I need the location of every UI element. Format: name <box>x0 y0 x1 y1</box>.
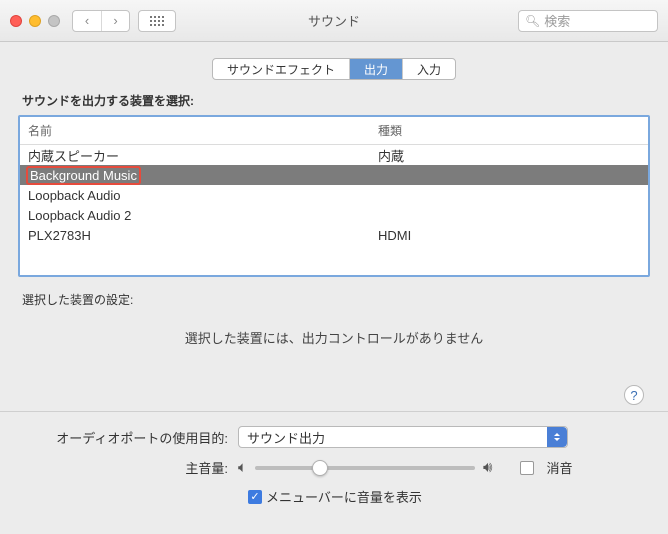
window-title: サウンド <box>308 11 360 30</box>
content: サウンドエフェクト 出力 入力 サウンドを出力する装置を選択: 名前 種類 内蔵… <box>0 42 668 518</box>
search-input[interactable]: 🔍︎ 検索 <box>518 10 658 32</box>
show-all-button[interactable] <box>138 10 176 32</box>
volume-row: 主音量: 🔈︎ 🔊︎ 消音 <box>18 458 650 477</box>
titlebar: ‹ › サウンド 🔍︎ 検索 <box>0 0 668 42</box>
forward-button[interactable]: › <box>101 11 129 31</box>
device-name: Loopback Audio <box>20 188 370 203</box>
search-icon: 🔍︎ <box>525 14 540 28</box>
device-list: 内蔵スピーカー 内蔵 Background Music Loopback Aud… <box>20 145 648 275</box>
audio-port-label: オーディオポートの使用目的: <box>18 428 238 447</box>
tab-group: サウンドエフェクト 出力 入力 <box>212 58 456 80</box>
device-table: 名前 種類 内蔵スピーカー 内蔵 Background Music Loopba… <box>18 115 650 277</box>
tab-input[interactable]: 入力 <box>402 59 455 79</box>
highlight-box: Background Music <box>26 166 141 185</box>
help-icon: ? <box>630 388 637 403</box>
menubar-volume-checkbox[interactable]: ✓ <box>248 490 262 504</box>
tabs: サウンドエフェクト 出力 入力 <box>18 58 650 80</box>
device-name: Loopback Audio 2 <box>20 208 370 223</box>
nav-back-forward[interactable]: ‹ › <box>72 10 130 32</box>
help-button[interactable]: ? <box>624 385 644 405</box>
menubar-volume-label: メニューバーに音量を表示 <box>266 487 422 506</box>
search-placeholder: 検索 <box>544 11 570 30</box>
table-row[interactable]: 内蔵スピーカー 内蔵 <box>20 145 648 165</box>
tab-output[interactable]: 出力 <box>349 59 402 79</box>
device-type: 内蔵 <box>370 146 648 165</box>
audio-port-select[interactable]: サウンド出力 <box>238 426 568 448</box>
audio-port-value: サウンド出力 <box>247 428 325 447</box>
window-controls <box>10 15 60 27</box>
volume-label: 主音量: <box>18 458 238 477</box>
device-name: Background Music <box>20 166 370 185</box>
select-device-label: サウンドを出力する装置を選択: <box>22 92 650 109</box>
col-header-type[interactable]: 種類 <box>370 117 648 144</box>
zoom-icon <box>48 15 60 27</box>
device-name: 内蔵スピーカー <box>20 146 370 165</box>
no-output-controls-message: 選択した装置には、出力コントロールがありません <box>18 328 650 347</box>
volume-thumb[interactable] <box>312 460 328 476</box>
device-name: PLX2783H <box>20 228 370 243</box>
table-row[interactable]: Background Music <box>20 165 648 185</box>
device-settings-label: 選択した装置の設定: <box>22 291 650 308</box>
speaker-low-icon: 🔈︎ <box>238 459 247 476</box>
speaker-high-icon: 🔊︎ <box>483 459 492 476</box>
tab-sound-effects[interactable]: サウンドエフェクト <box>213 59 349 79</box>
minimize-icon[interactable] <box>29 15 41 27</box>
col-header-name[interactable]: 名前 <box>20 117 370 144</box>
chevron-updown-icon <box>547 427 567 447</box>
mute-checkbox[interactable] <box>520 461 534 475</box>
table-row[interactable]: Loopback Audio 2 <box>20 205 648 225</box>
device-table-header: 名前 種類 <box>20 117 648 145</box>
grid-icon <box>150 16 164 26</box>
divider <box>0 411 668 412</box>
table-row[interactable]: Loopback Audio <box>20 185 648 205</box>
close-icon[interactable] <box>10 15 22 27</box>
audio-port-row: オーディオポートの使用目的: サウンド出力 <box>18 426 650 448</box>
table-row[interactable]: PLX2783H HDMI <box>20 225 648 245</box>
volume-slider[interactable] <box>255 466 475 470</box>
menubar-volume-row: ✓ メニューバーに音量を表示 <box>248 487 650 506</box>
back-button[interactable]: ‹ <box>73 11 101 31</box>
device-type: HDMI <box>370 228 648 243</box>
mute-label: 消音 <box>546 458 572 477</box>
